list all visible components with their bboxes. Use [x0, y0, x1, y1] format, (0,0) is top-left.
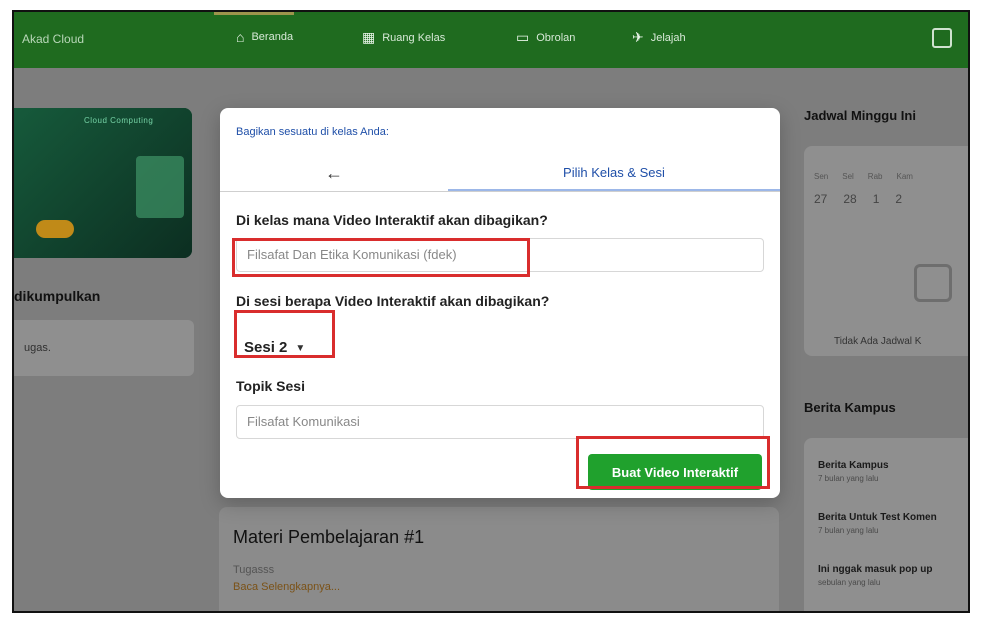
copy-icon[interactable] [932, 28, 952, 48]
top-navigation-bar: Akad Cloud ⌂ Beranda ▦ Ruang Kelas ▭ Obr… [14, 12, 968, 68]
nav-ruang-kelas[interactable]: ▦ Ruang Kelas [362, 29, 445, 46]
news-title: Ini nggak masuk pop up [818, 564, 933, 575]
promo-illustration [136, 156, 184, 218]
news-item[interactable]: Berita Kampus 7 bulan yang lalu [818, 460, 968, 483]
modal-header: Bagikan sesuatu di kelas Anda: [236, 126, 389, 138]
nav-label-beranda: Beranda [251, 31, 294, 43]
schedule-heading: Jadwal Minggu Ini [804, 108, 916, 123]
news-time: sebulan yang lalu [818, 578, 881, 587]
session-question: Di sesi berapa Video Interaktif akan dib… [236, 293, 550, 309]
news-title: Berita Kampus [818, 460, 889, 471]
calendar-date[interactable]: 27 [814, 192, 827, 206]
nav-label-ruang-kelas: Ruang Kelas [382, 31, 446, 44]
building-icon: ▦ [362, 29, 376, 45]
brand-name: Akad Cloud [22, 32, 85, 46]
highlight-submit-button [576, 436, 770, 489]
tab-pilih-kelas-sesi[interactable]: Pilih Kelas & Sesi [448, 155, 780, 191]
assignment-heading: dikumpulkan [14, 288, 101, 304]
promo-button[interactable] [36, 220, 74, 238]
assignment-box-text: ugas. [24, 342, 51, 354]
explore-icon: ✈ [632, 29, 644, 45]
page-frame: Akad Cloud ⌂ Beranda ▦ Ruang Kelas ▭ Obr… [0, 0, 984, 623]
promo-card[interactable]: Cloud Computing [14, 108, 192, 258]
learning-title: Materi Pembelajaran #1 [233, 527, 425, 547]
learning-read-more[interactable]: Baca Selengkapnya... [233, 581, 340, 593]
news-heading: Berita Kampus [804, 400, 896, 415]
nav-obrolan[interactable]: ▭ Obrolan [516, 29, 575, 46]
calendar-day: Rab [867, 172, 883, 181]
news-time: 7 bulan yang lalu [818, 526, 879, 535]
nav-label-obrolan: Obrolan [536, 31, 576, 44]
calendar-date[interactable]: 2 [895, 192, 902, 206]
news-card: Berita Kampus 7 bulan yang lalu Berita U… [804, 438, 968, 611]
learning-card[interactable]: Materi Pembelajaran #1 Tugasss Baca Sele… [219, 507, 779, 611]
nav-label-jelajah: Jelajah [650, 31, 686, 44]
calendar-day: Sel [842, 172, 854, 181]
active-tab-indicator [214, 12, 294, 15]
back-arrow-icon: ← [325, 162, 343, 183]
topic-label: Topik Sesi [236, 378, 305, 394]
news-item[interactable]: Ini nggak masuk pop up sebulan yang lalu [818, 564, 968, 587]
nav-jelajah[interactable]: ✈ Jelajah [632, 29, 686, 46]
class-question: Di kelas mana Video Interaktif akan diba… [236, 212, 548, 228]
calendar-date[interactable]: 28 [843, 192, 856, 206]
calendar-day: Kam [896, 172, 913, 181]
calendar-dates: 27 28 1 2 [814, 192, 902, 206]
calendar-date[interactable]: 1 [873, 192, 880, 206]
learning-subtitle: Tugasss [233, 564, 275, 576]
chat-icon: ▭ [516, 29, 530, 45]
app-screen: Akad Cloud ⌂ Beranda ▦ Ruang Kelas ▭ Obr… [12, 10, 970, 613]
modal-tabs: ← Pilih Kelas & Sesi [220, 155, 780, 192]
topic-input[interactable]: Filsafat Komunikasi [236, 405, 764, 439]
calendar-day: Sen [814, 172, 829, 181]
schedule-card: Sen Sel Rab Kam 27 28 1 2 Tidak Ada Jadw… [804, 146, 968, 356]
highlight-class-select [232, 238, 530, 277]
highlight-session-dropdown [234, 310, 335, 358]
empty-schedule-text: Tidak Ada Jadwal K [834, 336, 922, 347]
news-item[interactable]: Berita Untuk Test Komen 7 bulan yang lal… [818, 512, 968, 535]
calendar-empty-icon [914, 264, 952, 302]
promo-tag: Cloud Computing [84, 116, 154, 125]
nav-beranda[interactable]: ⌂ Beranda [236, 29, 293, 45]
back-button[interactable]: ← [220, 155, 448, 191]
home-icon: ⌂ [236, 29, 245, 45]
assignment-box: ugas. [14, 320, 194, 376]
news-time: 7 bulan yang lalu [818, 474, 879, 483]
calendar-days: Sen Sel Rab Kam [814, 172, 913, 181]
news-title: Berita Untuk Test Komen [818, 512, 937, 523]
